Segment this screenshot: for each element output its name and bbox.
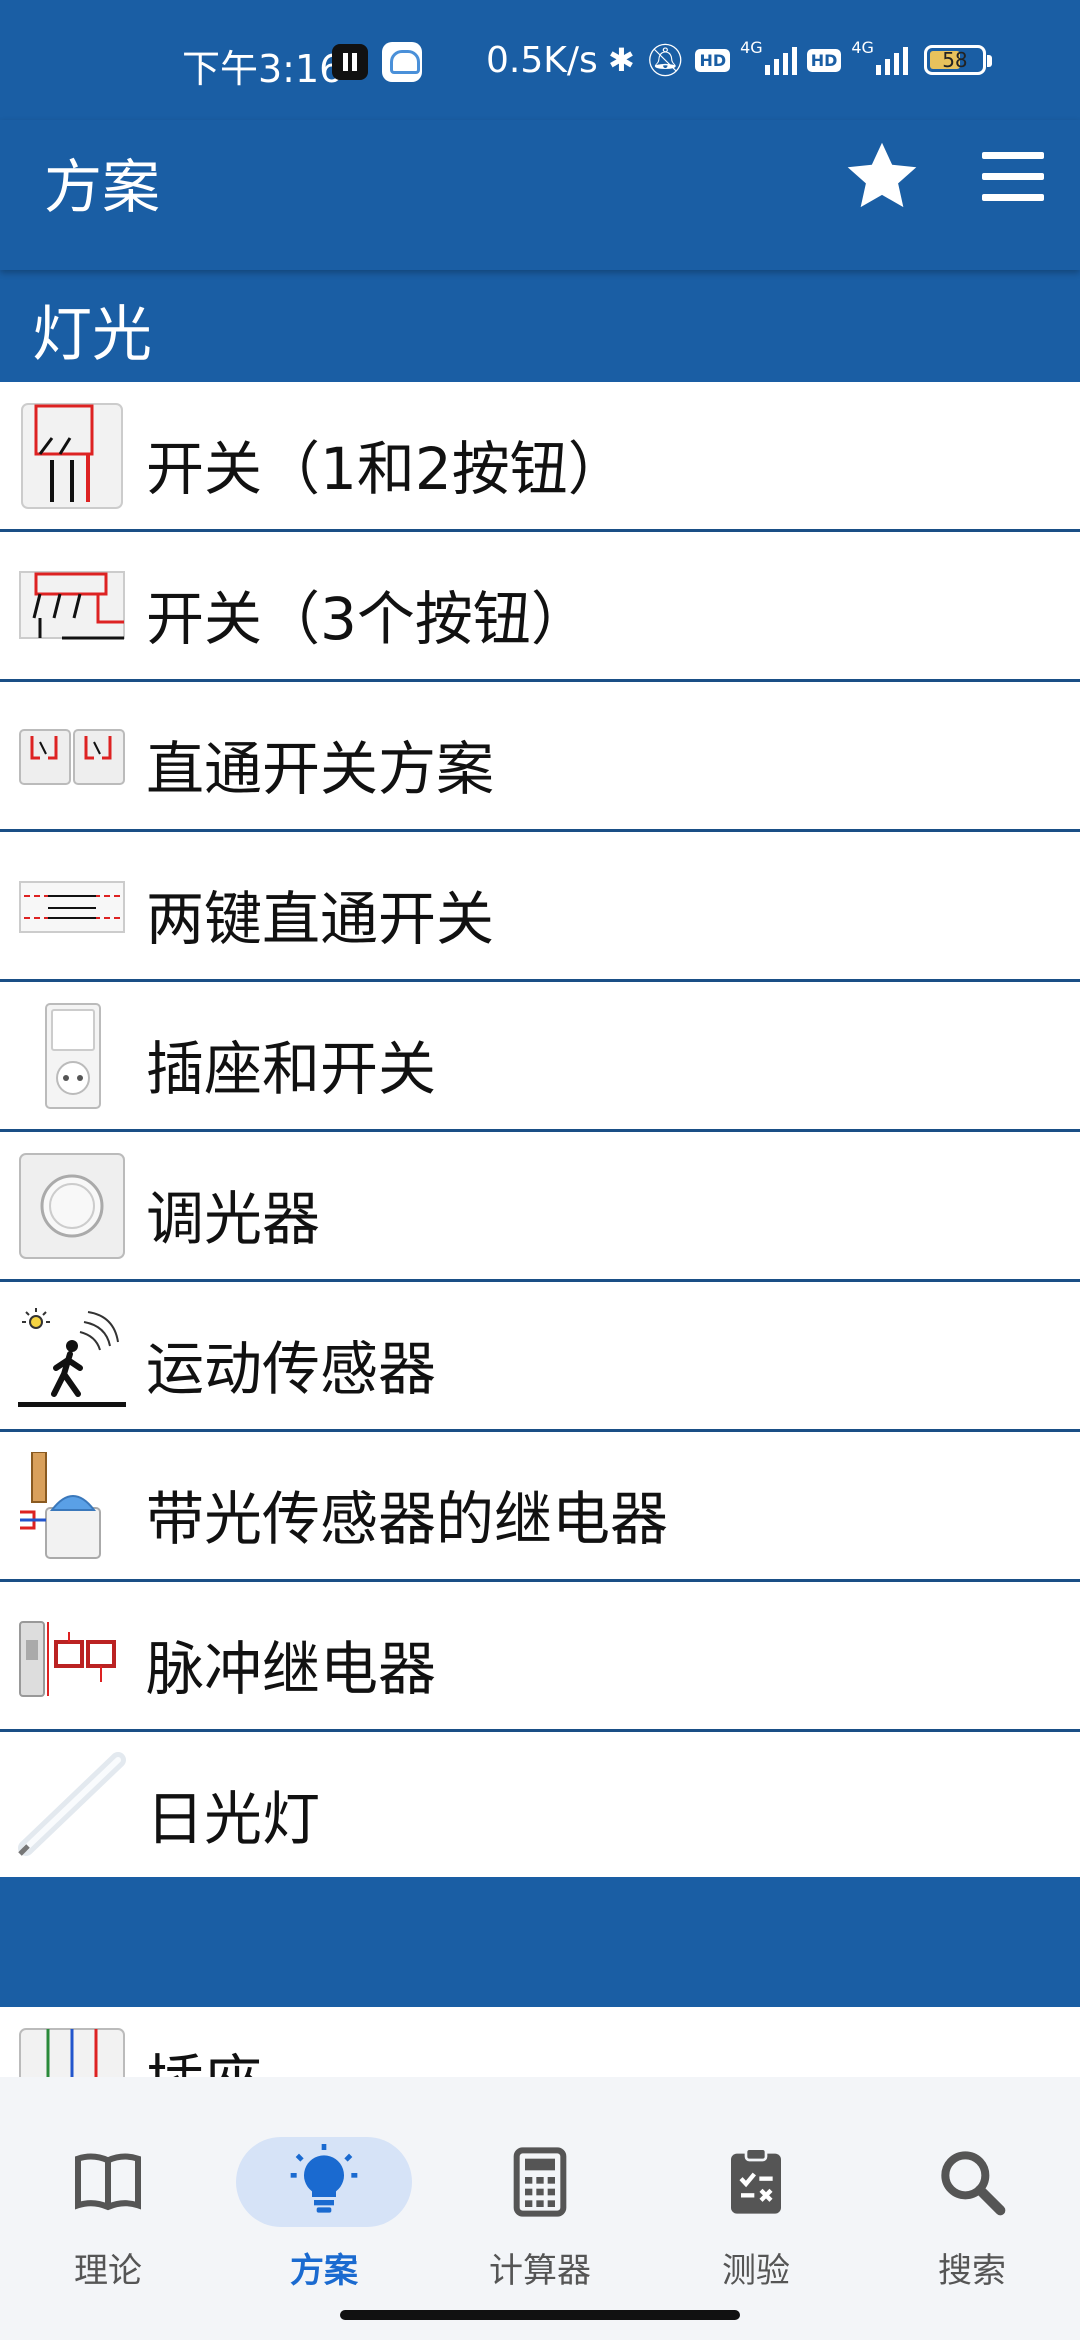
list-item-label: 两键直通开关 bbox=[146, 885, 495, 953]
network-type: 4G bbox=[851, 38, 874, 57]
nav-label: 搜索 bbox=[938, 2251, 1006, 2291]
nav-tab-search[interactable]: 搜索 bbox=[864, 2107, 1080, 2291]
list-item-label: 调光器 bbox=[146, 1185, 321, 1253]
signal-icon bbox=[764, 45, 797, 75]
section-header: 灯光 bbox=[0, 270, 1080, 382]
list-item[interactable]: 开关（1和2按钮） bbox=[0, 382, 1080, 532]
app-bar: 方案 bbox=[0, 120, 1080, 270]
motion-sensor-icon bbox=[18, 1308, 126, 1407]
nav-label: 测验 bbox=[722, 2251, 790, 2291]
dimmer-icon bbox=[19, 1153, 125, 1259]
list-item[interactable]: 开关（3个按钮） bbox=[0, 532, 1080, 682]
network-type: 4G bbox=[740, 38, 763, 57]
list-item[interactable]: 两键直通开关 bbox=[0, 832, 1080, 982]
section-header bbox=[0, 1877, 1080, 2007]
pause-notification-icon bbox=[332, 44, 368, 80]
book-icon bbox=[75, 2153, 141, 2211]
list-item-label: 日光灯 bbox=[146, 1785, 321, 1853]
scheme-list: 开关（1和2按钮） 开关（3个按钮） 直通开关方案 两键直通开关 插座和开关 调… bbox=[0, 382, 1080, 1882]
section-title: 灯光 bbox=[32, 300, 152, 370]
hd-badge: HD bbox=[806, 48, 842, 72]
list-item-label: 直通开关方案 bbox=[146, 735, 495, 803]
home-indicator[interactable] bbox=[340, 2310, 740, 2320]
battery-level: 58 bbox=[942, 48, 968, 72]
list-item[interactable]: 运动传感器 bbox=[0, 1282, 1080, 1432]
bluetooth-icon: ✱ bbox=[608, 41, 635, 79]
mute-icon: 🔕︎ bbox=[644, 41, 686, 79]
list-item-label: 插座 bbox=[146, 2035, 262, 2077]
status-icons: ✱ 🔕︎ HD 4G HD 4G 58 bbox=[608, 38, 1028, 82]
nav-tab-quiz[interactable]: 测验 bbox=[648, 2107, 864, 2291]
battery-icon: 58 bbox=[923, 45, 992, 75]
app-notification-icon bbox=[382, 42, 422, 82]
socket-diagram-icon bbox=[19, 2028, 125, 2077]
status-bar: 下午3:16 0.5K/s ✱ 🔕︎ HD 4G HD 4G 58 bbox=[0, 0, 1080, 120]
page-title: 方案 bbox=[44, 153, 161, 221]
list-item[interactable]: 脉冲继电器 bbox=[0, 1582, 1080, 1732]
fluorescent-tube-icon bbox=[18, 1752, 126, 1856]
favorite-button[interactable] bbox=[840, 134, 924, 218]
menu-button[interactable] bbox=[972, 146, 1044, 206]
search-icon bbox=[941, 2151, 1006, 2216]
hd-badge: HD bbox=[695, 48, 731, 72]
list-item[interactable]: 调光器 bbox=[0, 1132, 1080, 1282]
bottom-navigation: 理论 方案 计算器 测验 搜索 bbox=[0, 2077, 1080, 2340]
list-item-label: 运动传感器 bbox=[146, 1335, 437, 1403]
list-item-label: 开关（1和2按钮） bbox=[146, 435, 626, 503]
nav-tab-schemes[interactable]: 方案 bbox=[216, 2107, 432, 2291]
impulse-relay-icon bbox=[19, 1621, 116, 1697]
star-icon bbox=[847, 142, 917, 208]
list-item-label: 脉冲继电器 bbox=[146, 1635, 437, 1703]
list-item[interactable]: 直通开关方案 bbox=[0, 682, 1080, 832]
pass-through-switch-diagram-icon bbox=[19, 729, 125, 785]
switch-3-buttons-diagram-icon bbox=[19, 571, 125, 640]
nav-label: 计算器 bbox=[489, 2251, 591, 2291]
socket-and-switch-icon bbox=[45, 1003, 101, 1109]
signal-icon bbox=[875, 45, 908, 75]
nav-tab-theory[interactable]: 理论 bbox=[0, 2107, 216, 2291]
clipboard-icon bbox=[731, 2147, 781, 2214]
list-item-label: 带光传感器的继电器 bbox=[146, 1485, 669, 1553]
two-key-pass-through-diagram-icon bbox=[19, 881, 125, 933]
list-item[interactable]: 带光传感器的继电器 bbox=[0, 1432, 1080, 1582]
network-speed: 0.5K/s bbox=[486, 40, 598, 81]
switch-1-2-buttons-diagram-icon bbox=[21, 403, 123, 509]
nav-tab-calculator[interactable]: 计算器 bbox=[432, 2107, 648, 2291]
list-item-label: 插座和开关 bbox=[146, 1035, 437, 1103]
calculator-icon bbox=[513, 2147, 567, 2217]
lightbulb-icon bbox=[290, 2144, 358, 2213]
list-item-label: 开关（3个按钮） bbox=[146, 585, 589, 653]
list-item[interactable]: 插座 bbox=[0, 2007, 1080, 2077]
list-item[interactable]: 日光灯 bbox=[0, 1732, 1080, 1882]
nav-label: 方案 bbox=[290, 2251, 358, 2291]
status-time: 下午3:16 bbox=[182, 47, 344, 91]
photo-relay-icon bbox=[20, 1452, 101, 1559]
list-item[interactable]: 插座和开关 bbox=[0, 982, 1080, 1132]
nav-label: 理论 bbox=[74, 2251, 142, 2291]
